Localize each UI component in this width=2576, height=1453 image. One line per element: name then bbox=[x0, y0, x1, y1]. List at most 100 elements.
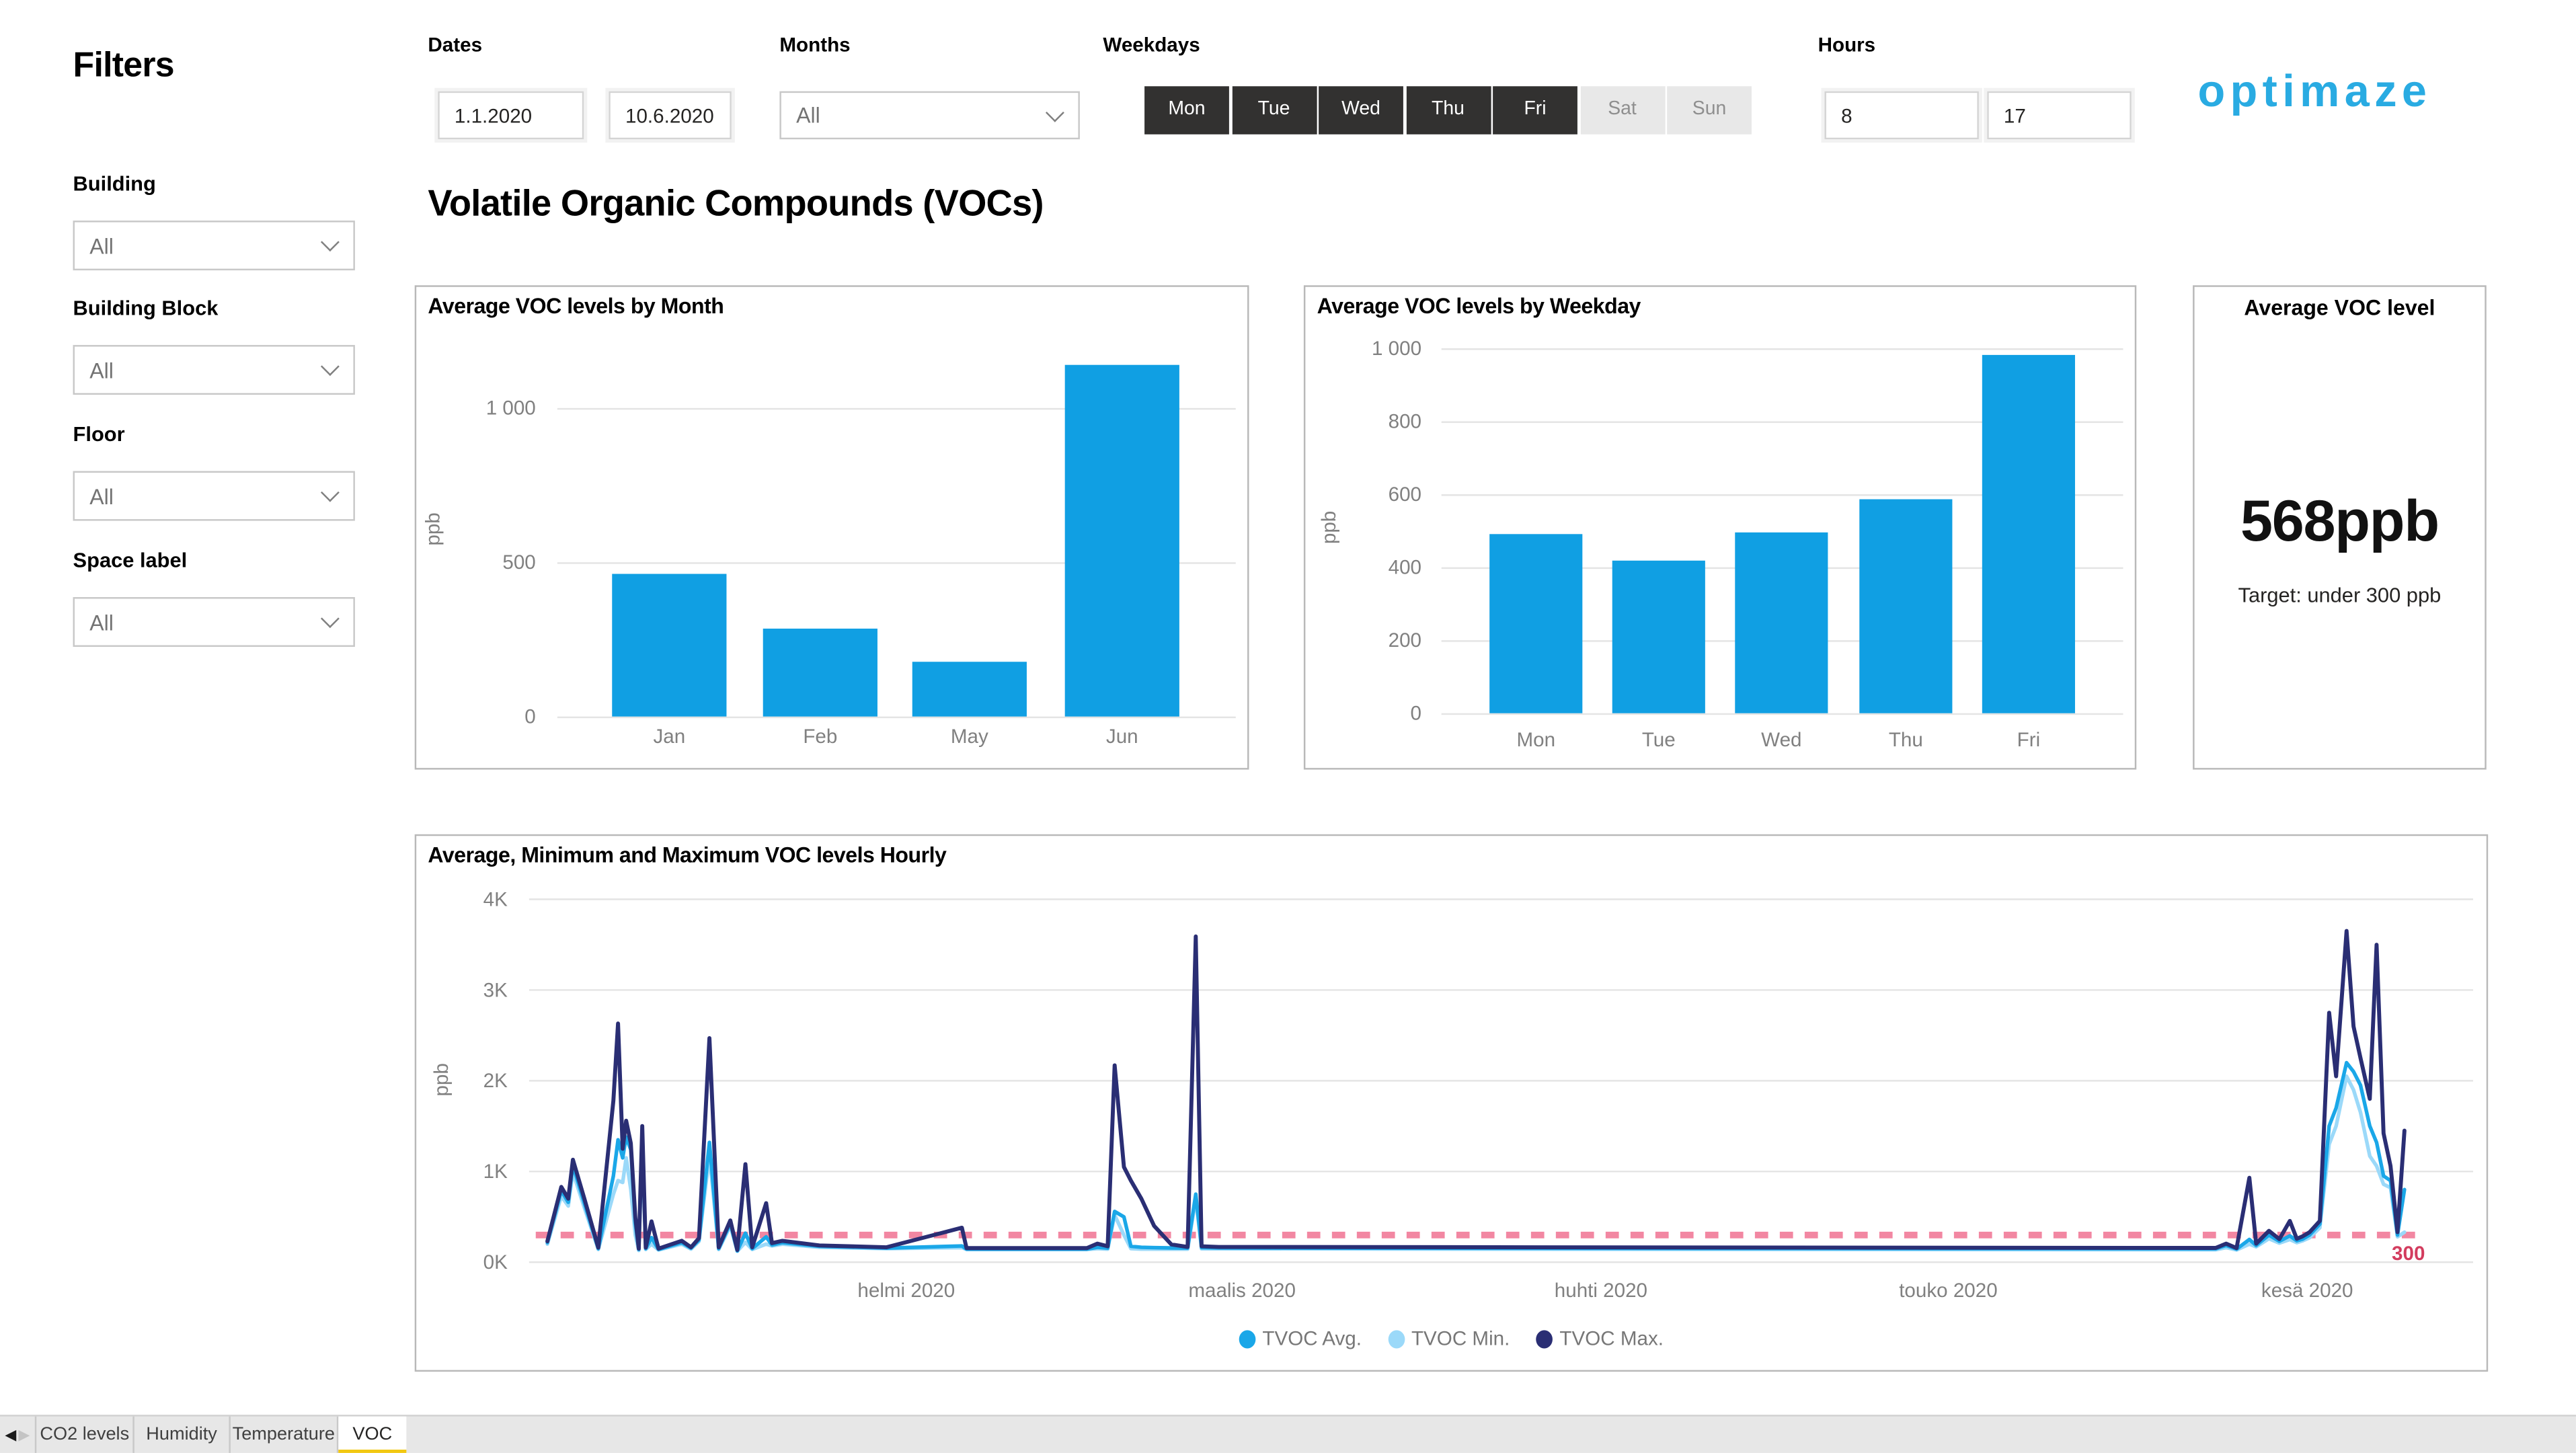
sidebar-filter-dropdown[interactable]: All bbox=[73, 221, 355, 270]
bar-feb[interactable] bbox=[763, 629, 877, 717]
legend-dot-icon bbox=[1536, 1329, 1553, 1347]
legend-dot-icon bbox=[1388, 1329, 1405, 1347]
chevron-down-icon bbox=[321, 357, 340, 376]
x-tick-label: Thu bbox=[1840, 728, 1972, 752]
chevron-down-icon bbox=[321, 483, 340, 502]
sidebar-filter-dropdown[interactable]: All bbox=[73, 345, 355, 395]
sidebar-filter-value: All bbox=[89, 358, 114, 383]
x-tick-label: helmi 2020 bbox=[857, 1280, 955, 1302]
chart-card-voc-by-month: Average VOC levels by Month ppb 0 500 1 000 J… bbox=[415, 285, 1249, 769]
y-tick-label: 800 bbox=[1339, 409, 1421, 433]
hour-end-input[interactable]: 17 bbox=[1987, 91, 2132, 140]
series-line-tvoc-avg- bbox=[547, 1062, 2405, 1251]
sidebar-filter-dropdown[interactable]: All bbox=[73, 597, 355, 647]
months-slicer-label: Months bbox=[779, 33, 850, 56]
bar-jan[interactable] bbox=[612, 575, 726, 717]
chevron-down-icon bbox=[321, 609, 340, 628]
months-dropdown[interactable]: All bbox=[779, 91, 1079, 140]
hour-start-input[interactable]: 8 bbox=[1824, 91, 1978, 140]
x-tick-label: maalis 2020 bbox=[1188, 1280, 1296, 1302]
y-tick-label: 500 bbox=[453, 551, 535, 574]
date-end-value: 10.6.2020 bbox=[625, 104, 714, 127]
tab-humidity[interactable]: Humidity bbox=[132, 1417, 229, 1453]
hours-slicer-label: Hours bbox=[1818, 33, 1876, 56]
sidebar-filter-value: All bbox=[89, 233, 114, 258]
bar-wed[interactable] bbox=[1735, 533, 1828, 713]
hourly-line-chart: 0K1K2K3K4Khelmi 2020maalis 2020huhti 202… bbox=[416, 836, 2487, 1370]
weekday-button-thu[interactable]: Thu bbox=[1406, 86, 1491, 134]
bar-mon[interactable] bbox=[1489, 535, 1582, 713]
y-tick-label: 1 000 bbox=[1339, 337, 1421, 360]
y-tick-label: 1K bbox=[483, 1161, 508, 1183]
legend-item-tvoc-min-[interactable]: TVOC Min. bbox=[1388, 1327, 1510, 1350]
x-tick-label: Jun bbox=[1056, 725, 1188, 748]
sidebar-filter-building-block: Building Block All bbox=[73, 297, 355, 395]
series-line-tvoc-min- bbox=[547, 1076, 2405, 1251]
weekdays-slicer-label: Weekdays bbox=[1103, 33, 1200, 56]
tab-co2-levels[interactable]: CO2 levels bbox=[35, 1417, 133, 1453]
y-axis-title: ppb bbox=[1317, 461, 1341, 594]
filters-heading: Filters bbox=[73, 46, 174, 86]
y-tick-label: 200 bbox=[1339, 629, 1421, 652]
chevron-down-icon bbox=[1046, 103, 1064, 122]
series-line-tvoc-max- bbox=[547, 931, 2405, 1250]
kpi-title: Average VOC level bbox=[2195, 295, 2485, 320]
sidebar-filter-label: Building Block bbox=[73, 297, 355, 321]
x-tick-label: Jan bbox=[603, 725, 736, 748]
sidebar-filter-label: Building bbox=[73, 173, 355, 196]
report-page: Filters Dates 1.1.2020 10.6.2020 Months … bbox=[0, 0, 2576, 1453]
legend-label: TVOC Max. bbox=[1559, 1327, 1664, 1350]
y-tick-label: 600 bbox=[1339, 483, 1421, 506]
sidebar-filter-label: Floor bbox=[73, 423, 355, 446]
y-tick-label: 4K bbox=[483, 888, 508, 910]
y-tick-label: 400 bbox=[1339, 555, 1421, 579]
date-end-input[interactable]: 10.6.2020 bbox=[609, 91, 732, 140]
tab-voc[interactable]: VOC bbox=[337, 1417, 407, 1453]
y-tick-label: 3K bbox=[483, 979, 508, 1001]
y-tick-label: 0 bbox=[453, 705, 535, 728]
y-axis-title: ppb bbox=[422, 463, 445, 595]
tab-temperature[interactable]: Temperature bbox=[229, 1417, 336, 1453]
chart-card-voc-hourly: Average, Minimum and Maximum VOC levels … bbox=[415, 834, 2489, 1372]
weekday-button-tue[interactable]: Tue bbox=[1232, 86, 1317, 134]
sidebar-filter-dropdown[interactable]: All bbox=[73, 471, 355, 521]
x-tick-label: touko 2020 bbox=[1899, 1280, 1997, 1302]
bar-tue[interactable] bbox=[1612, 560, 1705, 713]
weekday-button-wed[interactable]: Wed bbox=[1319, 86, 1403, 134]
bar-fri[interactable] bbox=[1982, 356, 2075, 713]
weekday-button-sun[interactable]: Sun bbox=[1667, 86, 1752, 134]
date-start-input[interactable]: 1.1.2020 bbox=[438, 91, 584, 140]
chart-title: Average VOC levels by Month bbox=[428, 294, 724, 319]
gridline bbox=[1442, 348, 2123, 350]
page-title: Volatile Organic Compounds (VOCs) bbox=[428, 182, 1043, 225]
sidebar-filter-building: Building All bbox=[73, 173, 355, 271]
weekday-button-mon[interactable]: Mon bbox=[1144, 86, 1229, 134]
optimaze-logo: optimaze bbox=[2198, 67, 2432, 118]
sidebar-filter-label: Space label bbox=[73, 549, 355, 573]
weekday-button-sat[interactable]: Sat bbox=[1580, 86, 1665, 134]
bar-thu[interactable] bbox=[1859, 500, 1952, 713]
legend-item-tvoc-max-[interactable]: TVOC Max. bbox=[1536, 1327, 1664, 1350]
x-tick-label: Mon bbox=[1470, 728, 1602, 752]
hour-start-value: 8 bbox=[1841, 104, 1852, 127]
tab-nav-right-icon[interactable]: ▶ bbox=[18, 1427, 30, 1442]
tab-nav-left-icon[interactable]: ◀ bbox=[5, 1427, 16, 1442]
bar-jun[interactable] bbox=[1065, 365, 1179, 717]
x-tick-label: huhti 2020 bbox=[1555, 1280, 1647, 1302]
dates-slicer-label: Dates bbox=[428, 33, 482, 56]
legend: TVOC Avg. TVOC Min. TVOC Max. bbox=[416, 1327, 2487, 1350]
target-reference-label: 300 bbox=[2392, 1243, 2425, 1265]
weekday-button-fri[interactable]: Fri bbox=[1493, 86, 1577, 134]
chart-card-voc-by-weekday: Average VOC levels by Weekdayppb02004006… bbox=[1304, 285, 2136, 769]
chart-title: Average VOC levels by Weekday bbox=[1317, 294, 1641, 319]
gridline bbox=[557, 717, 1236, 718]
months-dropdown-value: All bbox=[796, 103, 820, 128]
report-tab-bar: ◀ ▶ CO2 levelsHumidityTemperatureVOC bbox=[0, 1415, 2576, 1453]
bar-may[interactable] bbox=[912, 661, 1027, 717]
y-tick-label: 0K bbox=[483, 1251, 508, 1273]
sidebar-filter-value: All bbox=[89, 610, 114, 635]
y-tick-label: 1 000 bbox=[453, 397, 535, 420]
legend-item-tvoc-avg-[interactable]: TVOC Avg. bbox=[1239, 1327, 1362, 1350]
kpi-card-average-voc: Average VOC level 568ppb Target: under 3… bbox=[2193, 285, 2487, 769]
x-tick-label: Tue bbox=[1592, 728, 1725, 752]
